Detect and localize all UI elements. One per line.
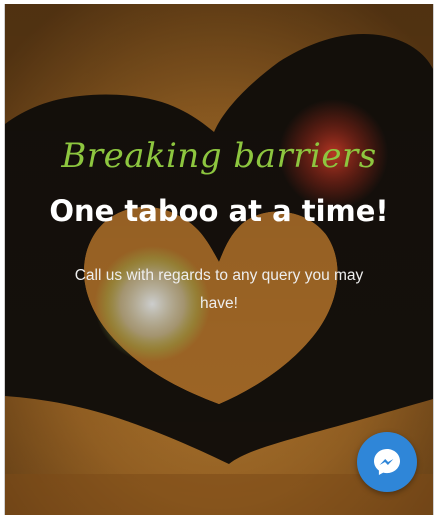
messenger-chat-button[interactable]: [357, 432, 417, 492]
hero-headline-script: Breaking barriers: [61, 136, 377, 176]
messenger-icon: [374, 449, 400, 475]
hero-subtext: Call us with regards to any query you ma…: [74, 267, 364, 312]
hero-headline-main: One taboo at a time!: [49, 194, 389, 228]
